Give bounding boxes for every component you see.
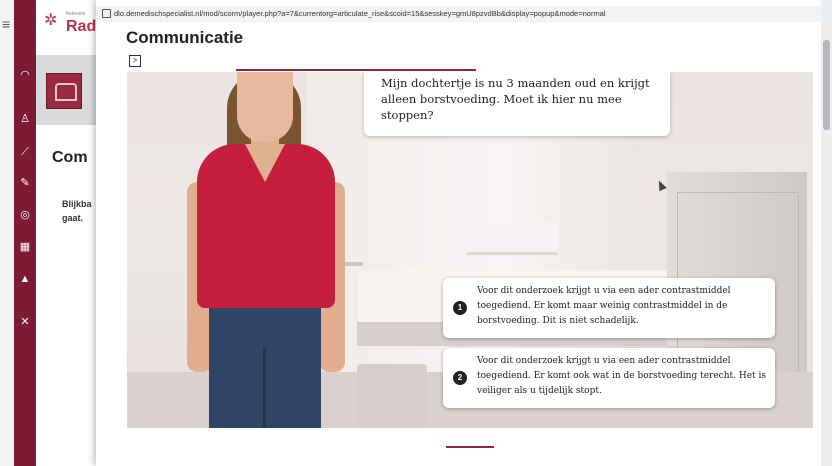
logo-subtext: federatie	[66, 11, 86, 17]
option-text: Voor dit onderzoek krijgt u via een ader…	[477, 356, 766, 396]
speech-bubble: Mijn dochtertje is nu 3 maanden oud en k…	[364, 72, 670, 136]
scrollbar-thumb[interactable]	[823, 40, 830, 130]
character-woman	[187, 72, 347, 428]
background-content: Com Blijkba gaat.	[36, 55, 96, 466]
graduation-cap-icon[interactable]: ◠	[16, 68, 34, 82]
answer-option-1[interactable]: 1 Voor dit onderzoek krijgt u via een ad…	[443, 278, 775, 338]
progress-indicator	[236, 69, 476, 71]
background-text: Blijkba gaat.	[62, 199, 92, 223]
hamburger-icon[interactable]: ≡	[2, 16, 10, 32]
toc-toggle-button[interactable]: >	[129, 55, 141, 67]
edit-icon[interactable]: ✎	[16, 176, 34, 190]
footer-progress-line	[446, 446, 494, 448]
users-icon[interactable]: ♙	[16, 112, 34, 126]
character-face	[237, 72, 293, 142]
mortarboard-icon[interactable]: ▲	[16, 272, 34, 286]
character-jeans-seam	[263, 347, 266, 428]
tools-icon[interactable]: ✕	[16, 315, 34, 329]
speech-text: Mijn dochtertje is nu 3 maanden oud en k…	[381, 76, 650, 122]
background-window	[467, 222, 557, 255]
option-number-badge: 2	[453, 371, 467, 385]
left-edge: ≡	[0, 0, 14, 466]
scenario-scene: Mijn dochtertje is nu 3 maanden oud en k…	[127, 72, 813, 428]
course-thumbnail[interactable]	[46, 73, 82, 109]
logo-text: Rad	[66, 18, 97, 35]
background-title: Com	[52, 149, 88, 166]
logo-icon: ✲	[44, 12, 58, 29]
lungs-icon	[55, 83, 77, 101]
character-vneck	[245, 144, 285, 182]
course-banner	[36, 55, 96, 125]
side-rail: ◠ ♙ ⟋ ✎ ◎ ▦ ▲ ✕	[14, 0, 36, 466]
scorm-popup-window: dlo.demedischspecialist.nl/mod/scorm/pla…	[96, 0, 821, 466]
option-text: Voor dit onderzoek krijgt u via een ader…	[477, 286, 731, 326]
page-title: Communicatie	[126, 28, 244, 47]
mouse-cursor-icon	[655, 178, 667, 192]
compass-icon[interactable]: ◎	[16, 208, 34, 222]
answer-option-2[interactable]: 2 Voor dit onderzoek krijgt u via een ad…	[443, 348, 775, 408]
url-text[interactable]: dlo.demedischspecialist.nl/mod/scorm/pla…	[114, 9, 606, 18]
app-header: ✲ federatie Rad	[36, 0, 96, 55]
calendar-icon[interactable]: ▦	[16, 240, 34, 254]
stool	[357, 364, 427, 428]
lock-icon	[102, 9, 111, 18]
option-number-badge: 1	[453, 301, 467, 315]
address-bar[interactable]: dlo.demedischspecialist.nl/mod/scorm/pla…	[96, 6, 821, 22]
page-scrollbar[interactable]	[821, 0, 832, 466]
chart-icon[interactable]: ⟋	[16, 145, 34, 159]
